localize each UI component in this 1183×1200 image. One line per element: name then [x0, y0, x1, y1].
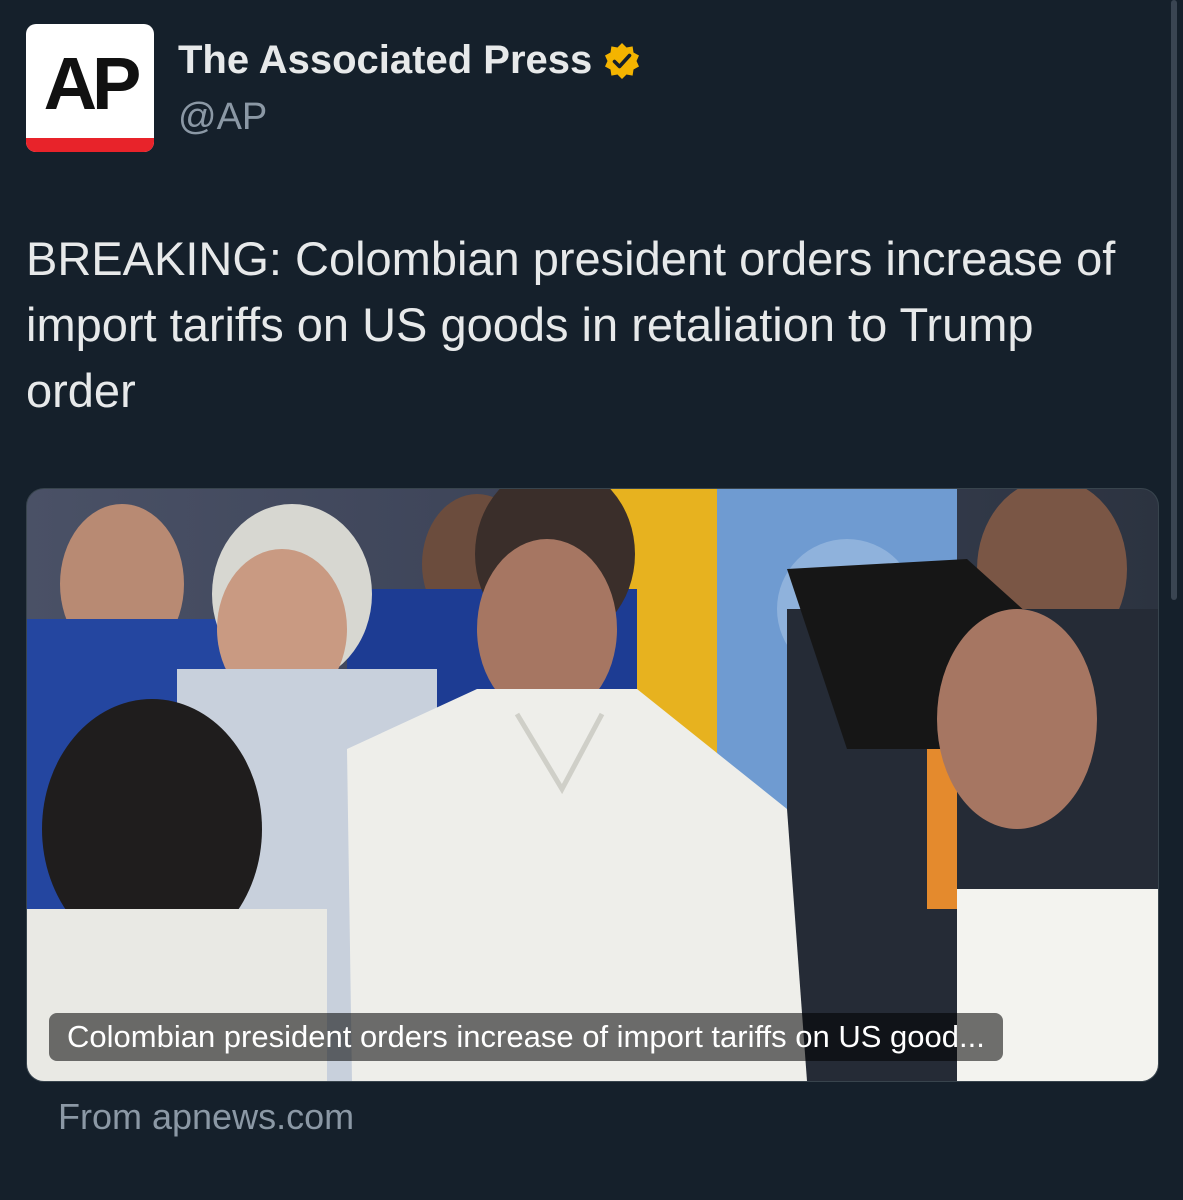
- display-name[interactable]: The Associated Press: [178, 38, 592, 83]
- account-handle[interactable]: @AP: [178, 96, 267, 139]
- link-card-title[interactable]: Colombian president orders increase of i…: [49, 1013, 1003, 1061]
- tweet-text: BREAKING: Colombian president orders inc…: [26, 232, 1116, 417]
- avatar[interactable]: AP: [26, 24, 154, 152]
- link-card[interactable]: Colombian president orders increase of i…: [26, 488, 1159, 1082]
- ap-logo-text: AP: [43, 42, 142, 125]
- article-photo: [27, 489, 1158, 1081]
- display-name-row[interactable]: The Associated Press: [178, 38, 642, 83]
- link-card-source[interactable]: From apnews.com: [58, 1096, 354, 1138]
- scrollbar[interactable]: [1171, 0, 1177, 600]
- ap-logo-red-bar: [26, 138, 154, 152]
- verified-badge-icon: [605, 42, 640, 79]
